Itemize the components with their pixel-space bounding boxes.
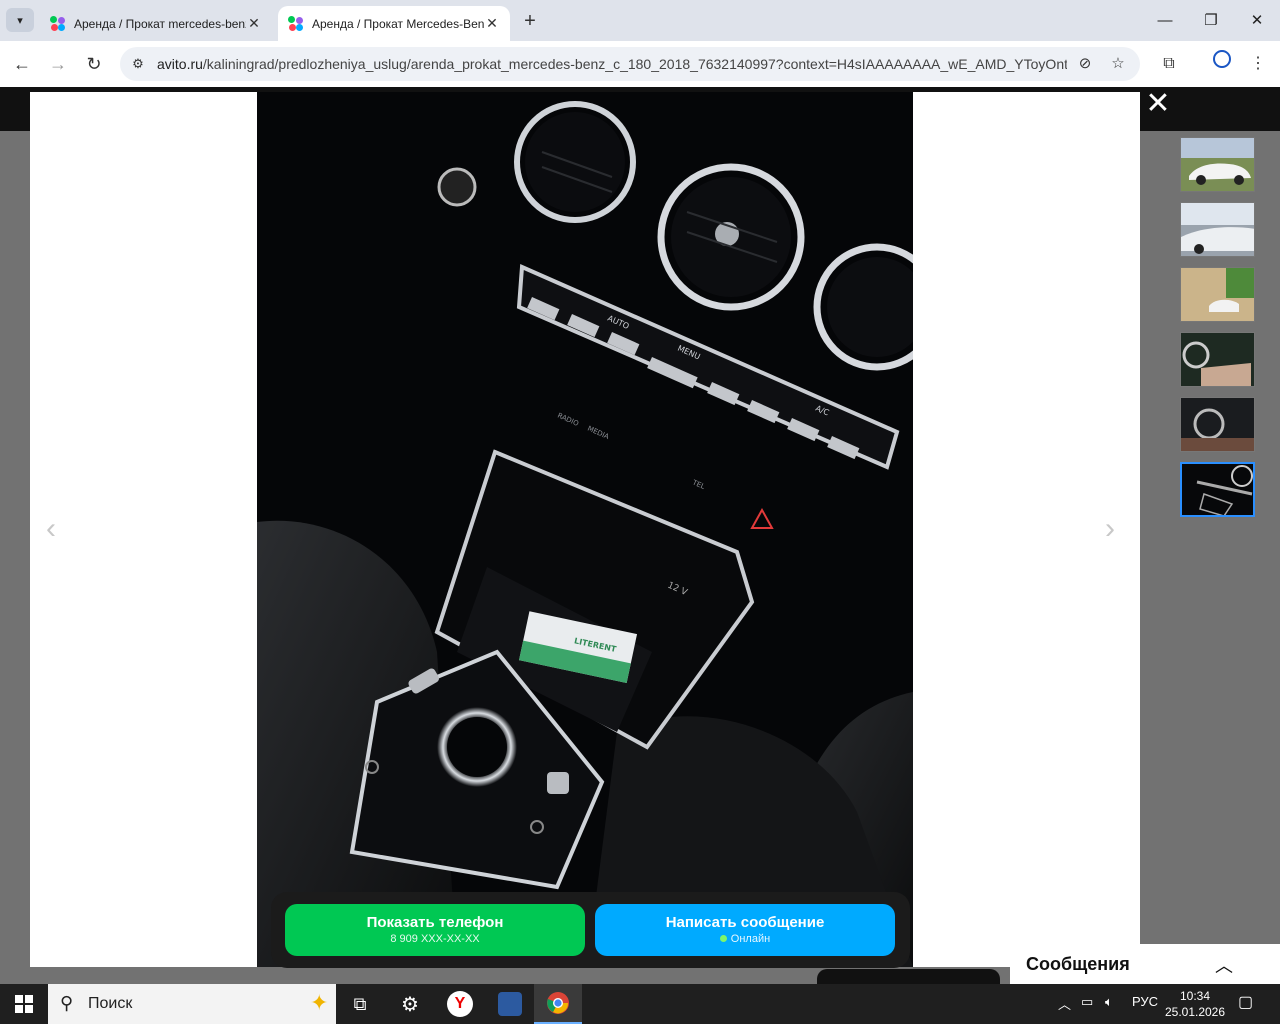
thumbnail-image	[1181, 203, 1254, 256]
windows-logo-icon	[15, 995, 33, 1013]
avito-favicon-icon	[50, 15, 66, 32]
avito-favicon-icon	[288, 15, 304, 32]
messages-widget-label: Сообщения	[1026, 954, 1130, 974]
task-view-icon: ⧉	[353, 993, 367, 1014]
contact-action-bar: Показать телефон 8 909 XXX-XX-XX Написат…	[271, 892, 910, 968]
puzzle-icon: ⧉	[1163, 55, 1175, 72]
thumbnail-image	[1181, 268, 1254, 321]
reload-icon: ↻	[86, 54, 102, 74]
thumbnail-5[interactable]	[1180, 397, 1255, 452]
kebab-icon: ⋮	[1250, 55, 1266, 72]
write-message-button[interactable]: Написать сообщение Онлайн	[595, 904, 895, 956]
time-text: 10:34	[1179, 989, 1211, 1003]
network-icon[interactable]: ▭	[1081, 994, 1093, 1010]
browser-toolbar: ← → ↻ ⚙ avito.ru/kaliningrad/predlozheni…	[0, 41, 1280, 87]
url-text[interactable]: avito.ru/kaliningrad/predlozheniya_uslug…	[157, 56, 1067, 72]
close-gallery-button[interactable]: ✕	[1144, 87, 1172, 121]
app-grid-icon	[498, 992, 522, 1016]
online-status: Онлайн	[595, 933, 895, 945]
search-icon: ⚲	[60, 993, 74, 1013]
bottom-pill-widget[interactable]	[817, 969, 1000, 984]
chrome-taskbar-button[interactable]	[534, 984, 582, 1024]
new-tab-button[interactable]: +	[518, 10, 542, 34]
url-host: avito.ru	[157, 56, 203, 72]
page-content: ‹ AUTO MENU A/C RADIO MEDIA TEL 12 V LIT…	[0, 87, 1280, 984]
star-icon: ☆	[1111, 55, 1125, 72]
back-button[interactable]: ←	[8, 50, 36, 78]
notifications-icon[interactable]: ▢	[1238, 992, 1253, 1012]
chevron-right-icon: ›	[1105, 512, 1115, 545]
thumbnail-4[interactable]	[1180, 332, 1255, 387]
tab-search-button[interactable]: ▾	[6, 8, 34, 32]
thumbnail-image	[1181, 398, 1254, 451]
search-placeholder: Поиск	[88, 995, 133, 1012]
date-text: 25.01.2026	[1164, 1005, 1226, 1019]
profile-icon	[1213, 50, 1231, 68]
masked-phone-number: 8 909 XXX-XX-XX	[390, 933, 480, 945]
thumbnail-3[interactable]	[1180, 267, 1255, 322]
minimize-button[interactable]: —	[1142, 8, 1188, 34]
bookmark-button[interactable]: ☆	[1108, 54, 1128, 74]
tab-title: Аренда / Прокат mercedes-benz	[74, 16, 246, 31]
chevron-down-icon: ▾	[17, 14, 23, 27]
forward-arrow-icon: →	[49, 54, 67, 74]
language-indicator[interactable]: РУС	[1132, 994, 1158, 1009]
thumbnail-1[interactable]	[1180, 137, 1255, 192]
prev-photo-button[interactable]: ‹	[46, 512, 56, 546]
browser-tab-2[interactable]: Аренда / Прокат Mercedes-Benz ✕	[278, 6, 510, 41]
app-button[interactable]	[486, 984, 534, 1024]
restore-button[interactable]: ❐	[1188, 8, 1234, 34]
thumbnail-list	[1180, 137, 1256, 527]
eye-off-icon: ⊘	[1078, 55, 1092, 72]
back-arrow-icon: ←	[13, 54, 31, 74]
next-photo-button[interactable]: ›	[1105, 512, 1115, 546]
chrome-icon	[547, 992, 569, 1014]
browser-tab-strip: ▾ Аренда / Прокат mercedes-benz ✕ Аренда…	[0, 0, 1280, 41]
tune-icon: ⚙	[132, 56, 144, 71]
forward-button[interactable]: →	[44, 50, 72, 78]
online-dot-icon	[719, 935, 727, 942]
show-phone-label: Показать телефон	[366, 914, 504, 931]
thumbnail-image	[1181, 333, 1254, 386]
show-phone-button[interactable]: Показать телефон 8 909 XXX-XX-XX	[285, 904, 585, 956]
close-window-button[interactable]: ✕	[1234, 8, 1280, 34]
url-path: /kaliningrad/predlozheniya_uslug/arenda_…	[202, 56, 1067, 72]
windows-taskbar: ⚲ Поиск ✦ ⧉ ⚙ Y ︿ ▭ 🔈︎ РУС 10:34 25.01.2…	[0, 984, 1280, 1024]
profile-button[interactable]	[1208, 50, 1236, 78]
yandex-browser-button[interactable]: Y	[436, 984, 484, 1024]
tab-title: Аренда / Прокат Mercedes-Benz	[312, 16, 484, 31]
thumbnail-image	[1182, 464, 1253, 515]
settings-app-button[interactable]: ⚙	[386, 984, 434, 1024]
close-icon: ✕	[1145, 87, 1171, 120]
photo-gallery-modal: ‹ AUTO MENU A/C RADIO MEDIA TEL 12 V LIT…	[30, 92, 1140, 967]
start-button[interactable]	[0, 984, 48, 1024]
address-bar[interactable]: ⚙ avito.ru/kaliningrad/predlozheniya_usl…	[120, 47, 1140, 81]
online-status-label: Онлайн	[730, 933, 771, 945]
site-info-button[interactable]: ⚙	[128, 54, 148, 74]
messages-widget[interactable]: Сообщения ︿	[1010, 944, 1280, 984]
main-photo[interactable]: AUTO MENU A/C RADIO MEDIA TEL 12 V LITER…	[257, 92, 913, 967]
car-interior-photo: AUTO MENU A/C RADIO MEDIA TEL 12 V LITER…	[257, 92, 913, 967]
thumbnail-image	[1181, 138, 1254, 191]
chevron-up-icon[interactable]: ︿	[1215, 952, 1233, 978]
volume-icon[interactable]: 🔈︎	[1105, 994, 1113, 1010]
thumbnail-2[interactable]	[1180, 202, 1255, 257]
chevron-left-icon: ‹	[46, 512, 56, 545]
taskbar-search[interactable]: ⚲ Поиск ✦	[48, 984, 336, 1024]
write-message-label: Написать сообщение	[665, 914, 825, 931]
close-tab-icon[interactable]: ✕	[246, 15, 262, 32]
reload-button[interactable]: ↻	[80, 50, 108, 78]
extensions-button[interactable]: ⧉	[1155, 50, 1183, 78]
chevron-up-icon[interactable]: ︿	[1058, 994, 1071, 1013]
tracking-protection-button[interactable]: ⊘	[1075, 54, 1095, 74]
browser-tab-1[interactable]: Аренда / Прокат mercedes-benz ✕	[40, 6, 272, 41]
yandex-icon: Y	[447, 991, 473, 1017]
clock[interactable]: 10:34 25.01.2026	[1160, 988, 1230, 1020]
copilot-sparkle-icon: ✦	[310, 990, 329, 1015]
close-tab-icon[interactable]: ✕	[484, 15, 500, 32]
task-view-button[interactable]: ⧉	[336, 984, 384, 1024]
thumbnail-6[interactable]	[1180, 462, 1255, 517]
gear-icon: ⚙	[401, 993, 419, 1016]
chrome-menu-button[interactable]: ⋮	[1244, 50, 1272, 78]
